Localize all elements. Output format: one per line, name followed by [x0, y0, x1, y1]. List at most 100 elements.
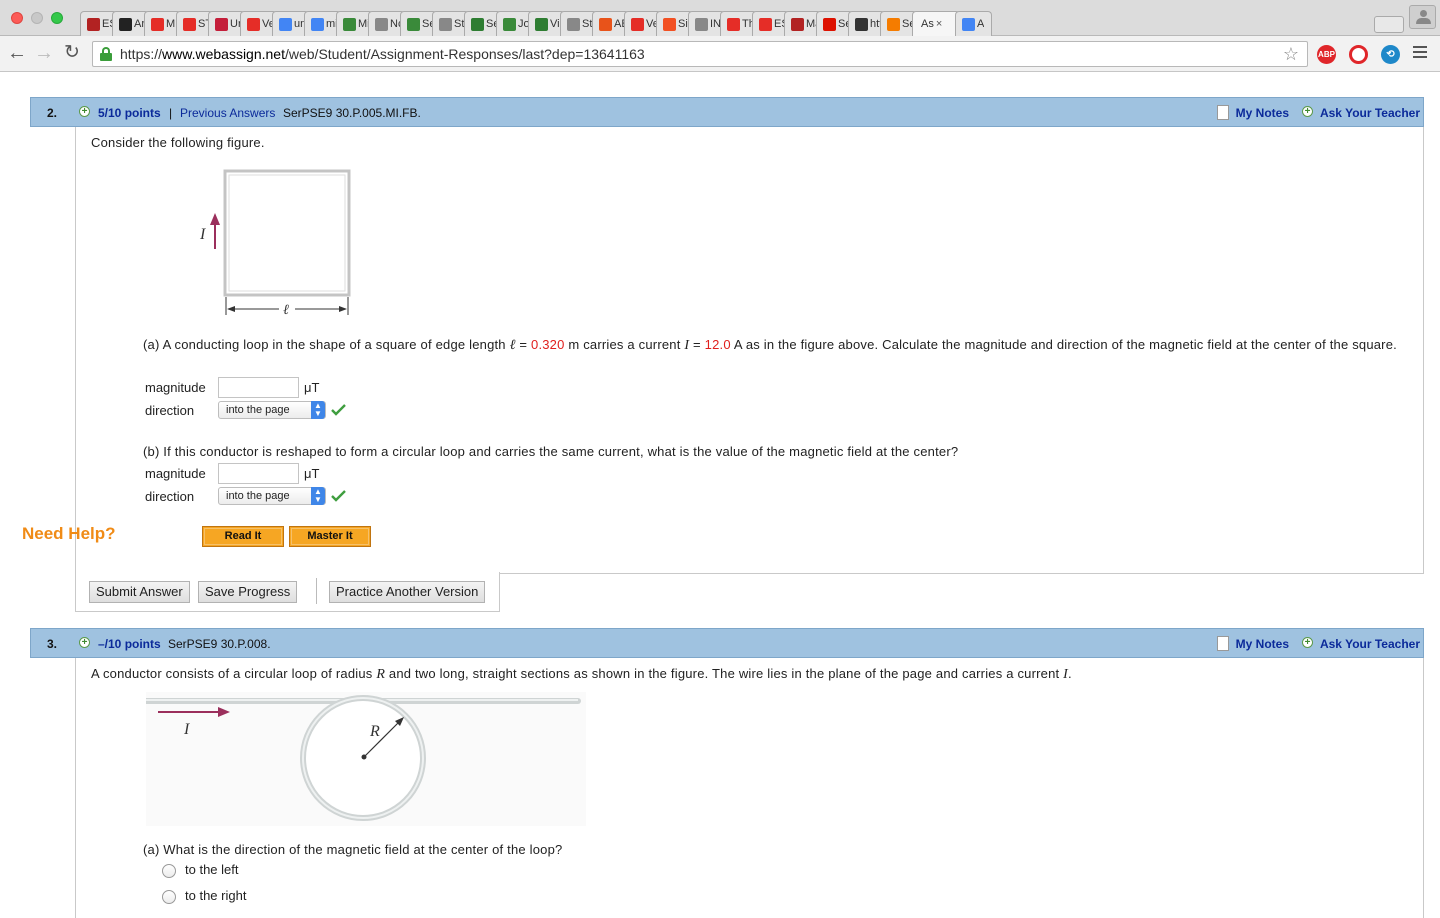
separator: | [169, 106, 173, 120]
browser-tabstrip: ES Ar M ST Ur Ve un mi Mi Nc Se St Se Jo Vis St AE Ve Sig I… [0, 0, 1440, 36]
hamburger-menu-icon[interactable] [1413, 46, 1427, 61]
url-text[interactable]: https://www.webassign.net/web/Student/As… [120, 46, 645, 62]
question-number: 2. [47, 106, 58, 120]
browser-toolbar: ← → ↻ https://www.webassign.net/web/Stud… [0, 36, 1440, 72]
option-label[interactable]: to the left [185, 862, 238, 877]
c-icon [887, 17, 900, 31]
close-window-button[interactable] [11, 12, 23, 24]
document-icon [567, 17, 580, 31]
sq-icon [503, 17, 516, 31]
direction-label: direction [145, 489, 195, 504]
browser-tab[interactable]: As × [912, 11, 960, 36]
magnitude-label: magnitude [145, 380, 206, 395]
option-label[interactable]: to the right [185, 888, 246, 903]
adblock-icon[interactable]: ABP [1317, 45, 1336, 64]
tab-title: As [921, 18, 934, 30]
radius-label: R [369, 723, 380, 740]
youtube-icon [151, 17, 164, 31]
lock-icon [100, 47, 112, 61]
part-a-prompt: (a) What is the direction of the magneti… [143, 842, 563, 857]
question-code: SerPSE9 30.P.008. [168, 637, 271, 651]
my-notes-link[interactable]: My Notes [1236, 637, 1289, 651]
sq-icon [343, 17, 356, 31]
circular-loop-figure: I R [146, 692, 586, 826]
n-icon [471, 17, 484, 31]
master-it-button[interactable]: Master It [289, 526, 371, 547]
direction-label: direction [145, 403, 195, 418]
profile-button[interactable] [1409, 5, 1436, 29]
address-bar[interactable]: https://www.webassign.net/web/Student/As… [92, 41, 1308, 67]
ask-teacher-link[interactable]: Ask Your Teacher [1320, 637, 1420, 651]
part-b-magnitude-input[interactable] [218, 463, 299, 484]
part-b-direction-select[interactable]: into the page ▲ ▼ [218, 487, 326, 505]
read-it-button[interactable]: Read It [202, 526, 284, 547]
question-number: 3. [47, 637, 58, 651]
unit-label: μT [304, 466, 320, 481]
part-a-prompt: (a) A conducting loop in the shape of a … [143, 337, 1397, 353]
browser-tab[interactable]: A [955, 11, 992, 36]
red-square-icon [247, 17, 260, 31]
extension-chat-icon[interactable]: ⟲ [1381, 45, 1400, 64]
points-link[interactable]: –/10 points [98, 637, 161, 651]
document-icon [695, 17, 708, 31]
points-link[interactable]: 5/10 points [98, 106, 161, 120]
red-square-icon [631, 17, 644, 31]
assignment-page: 2. + 5/10 points | Previous Answers SerP… [0, 72, 1440, 918]
my-notes-link[interactable]: My Notes [1236, 106, 1289, 120]
option-radio[interactable] [162, 890, 176, 904]
unit-label: μT [304, 380, 320, 395]
uc-logo-icon [215, 17, 228, 31]
ess-logo-icon [87, 17, 100, 31]
question-2-header: 2. + 5/10 points | Previous Answers SerP… [30, 97, 1424, 127]
bb-icon [855, 17, 868, 31]
n-icon [535, 17, 548, 31]
given-edge-length: 0.320 [531, 337, 565, 352]
tab-title: St [582, 18, 593, 30]
question-3-body: A conductor consists of a circular loop … [75, 658, 1424, 918]
forward-button[interactable]: → [33, 42, 55, 64]
microsoft-icon [663, 17, 676, 31]
minimize-window-button[interactable] [31, 12, 43, 24]
google-icon [311, 17, 324, 31]
tab-title: St [454, 18, 465, 30]
zoom-window-button[interactable] [51, 12, 63, 24]
expand-plus-icon[interactable]: + [79, 637, 90, 648]
person-icon [1420, 10, 1427, 17]
notes-page-icon[interactable] [1217, 105, 1229, 120]
practice-another-version-button[interactable]: Practice Another Version [329, 581, 486, 603]
square-loop-figure: I ℓ [199, 169, 351, 318]
expand-plus-icon[interactable]: + [79, 106, 90, 117]
select-arrows-icon: ▲ ▼ [311, 487, 325, 505]
previous-answers-link[interactable]: Previous Answers [180, 106, 275, 120]
ess-logo-icon [791, 17, 804, 31]
tab-title: M [166, 18, 176, 30]
ask-plus-icon[interactable]: + [1302, 637, 1313, 648]
part-b-prompt: (b) If this conductor is reshaped to for… [143, 444, 959, 459]
magnitude-label: magnitude [145, 466, 206, 481]
correct-check-icon [331, 404, 346, 416]
back-button[interactable]: ← [6, 42, 28, 64]
close-tab-icon[interactable]: × [936, 18, 942, 30]
tab-list: ES Ar M ST Ur Ve un mi Mi Nc Se St Se Jo Vis St AE Ve Sig I… [80, 11, 992, 36]
current-label: I [183, 721, 190, 738]
option-radio[interactable] [162, 864, 176, 878]
save-progress-button[interactable]: Save Progress [198, 581, 298, 603]
reload-button[interactable]: ↻ [61, 42, 83, 64]
current-label: I [199, 226, 206, 243]
part-a-direction-select[interactable]: into the page ▲ ▼ [218, 401, 326, 419]
new-tab-button[interactable] [1374, 16, 1404, 33]
question-stem: A conductor consists of a circular loop … [91, 666, 1072, 682]
youtube-icon [759, 17, 772, 31]
ask-plus-icon[interactable]: + [1302, 106, 1313, 117]
question-code: SerPSE9 30.P.005.MI.FB. [283, 106, 421, 120]
submit-answer-button[interactable]: Submit Answer [89, 581, 190, 603]
part-a-magnitude-input[interactable] [218, 377, 299, 398]
center-dot [361, 754, 367, 760]
notes-page-icon[interactable] [1217, 636, 1229, 651]
opera-icon[interactable] [1349, 45, 1368, 64]
youtube-icon [727, 17, 740, 31]
need-help-label: Need Help? [22, 524, 116, 543]
ask-teacher-link[interactable]: Ask Your Teacher [1320, 106, 1420, 120]
length-label: ℓ [283, 303, 289, 318]
bookmark-star-icon[interactable]: ☆ [1283, 44, 1299, 65]
